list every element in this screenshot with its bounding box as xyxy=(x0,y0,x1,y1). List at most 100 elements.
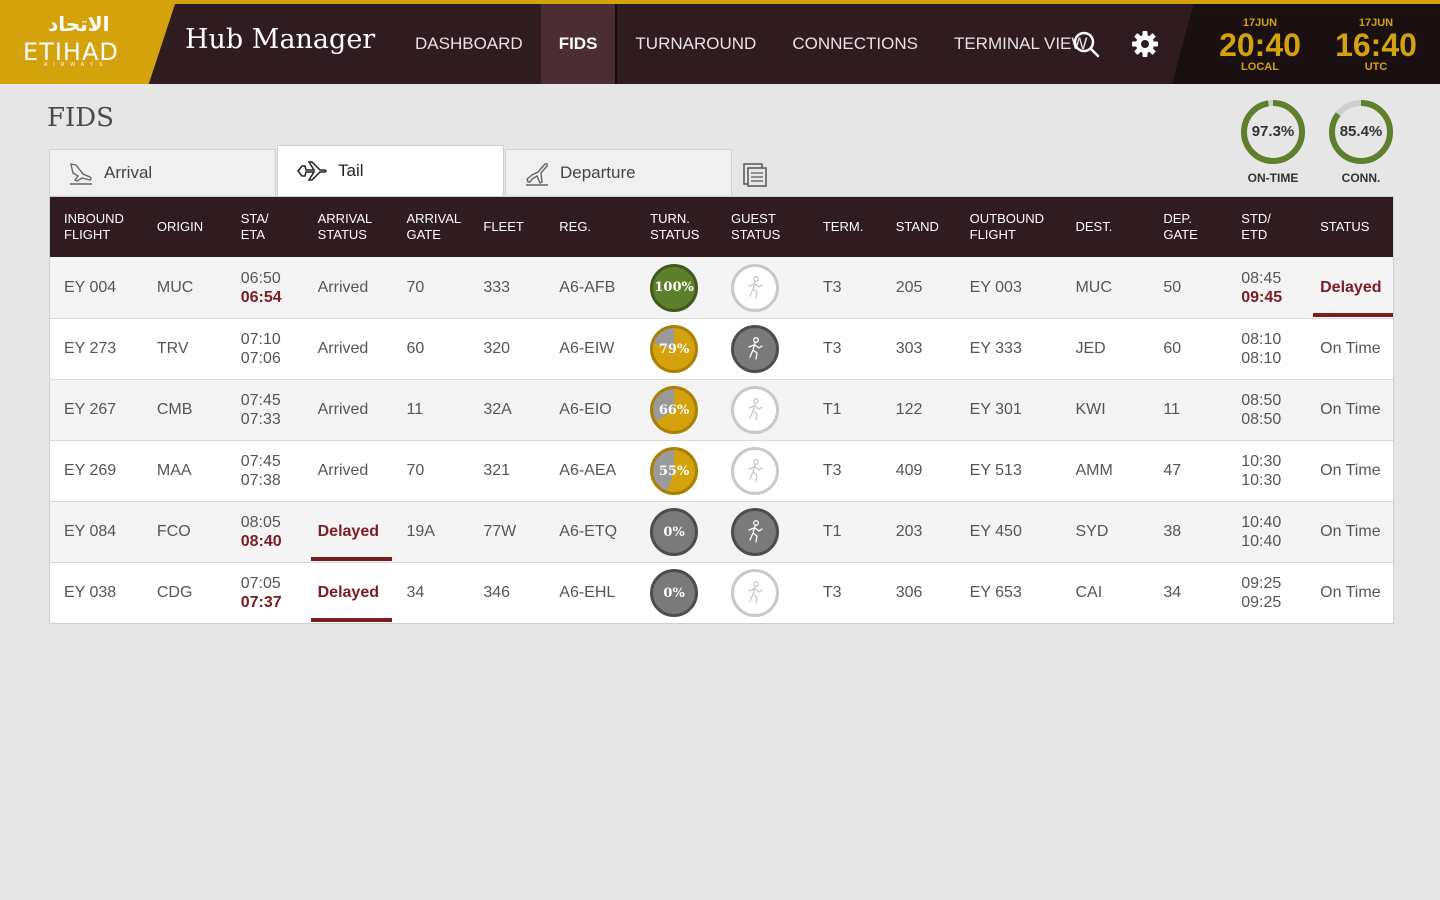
fleet: 32A xyxy=(483,401,512,418)
sta-eta-scheduled: 08:05 xyxy=(240,514,281,531)
turn-status-badge[interactable]: 66% xyxy=(650,386,699,434)
inbound-flight: EY 269 xyxy=(64,462,117,479)
column-header[interactable]: STA/ETA xyxy=(227,211,304,243)
std-etd-scheduled: 10:40 xyxy=(1241,514,1282,531)
column-header-line: GATE xyxy=(406,227,441,242)
sta-eta-scheduled: 07:05 xyxy=(240,575,281,592)
guest-status-cell xyxy=(717,502,809,562)
turn-status-badge[interactable]: 79% xyxy=(650,325,699,373)
table-row[interactable]: EY 038 CDG 07:05 07:37 Delayed 34 346 A6-EHL 0% T… xyxy=(50,562,1393,623)
column-header[interactable]: DEP. GATE xyxy=(1149,211,1227,243)
turn-status-badge[interactable]: 0% xyxy=(650,569,699,617)
tab-arrival-label: Arrival xyxy=(104,162,153,182)
guest-status-button[interactable] xyxy=(731,386,779,434)
column-header-line: GATE xyxy=(1163,227,1198,242)
column-header[interactable]: TERM. xyxy=(809,219,882,235)
std-etd: 10:40 10:40 xyxy=(1227,502,1306,562)
turn-status-badge[interactable]: 0% xyxy=(650,508,699,556)
sta-eta: 07:10 07:06 xyxy=(227,319,304,379)
column-header[interactable]: OUTBOUND FLIGHT xyxy=(956,211,1062,243)
connections-value: 85.4% xyxy=(1339,123,1383,140)
table-row[interactable]: EY 004 MUC 06:50 06:54 Arrived 70 333 A6-AFB 100… xyxy=(50,257,1393,318)
column-header[interactable]: REG. xyxy=(545,219,636,235)
column-header[interactable]: ARRIVAL STATUS xyxy=(304,211,393,243)
turn-status-cell: 0% xyxy=(636,563,717,623)
departure-gate: 60 xyxy=(1163,340,1182,357)
guest-status-cell xyxy=(717,563,809,623)
nav-dashboard[interactable]: DASHBOARD xyxy=(397,4,541,84)
top-bar: الاتحاد ETIHAD AIRWAYS Hub Manager DASHB… xyxy=(0,0,1440,84)
main-nav: DASHBOARD FIDS TURNAROUND CONNECTIONS TE… xyxy=(397,4,1105,84)
logo-subtitle: AIRWAYS xyxy=(44,62,109,68)
column-header-line: INBOUND xyxy=(64,211,124,226)
column-header[interactable]: STD/ETD xyxy=(1227,211,1306,243)
column-header-line: STD/ xyxy=(1241,211,1271,226)
sta-eta: 08:05 08:40 xyxy=(227,502,304,562)
guest-status-button[interactable] xyxy=(731,447,779,495)
std-etd-estimated: 10:40 xyxy=(1241,533,1282,550)
departure-gate: 38 xyxy=(1163,523,1182,540)
arrival-status: Arrived xyxy=(317,462,369,479)
column-header[interactable]: STAND xyxy=(882,219,956,235)
tab-arrival[interactable]: Arrival xyxy=(49,149,276,195)
turn-status-value: 55% xyxy=(658,463,690,479)
turn-status-cell: 55% xyxy=(636,441,717,501)
running-person-icon xyxy=(744,580,766,606)
etihad-logo[interactable]: الاتحاد ETIHAD AIRWAYS xyxy=(0,4,175,84)
tail-plane-icon xyxy=(297,161,327,181)
origin: TRV xyxy=(156,340,189,357)
table-row[interactable]: EY 269 MAA 07:45 07:38 Arrived 70 321 A6-AEA 55%… xyxy=(50,440,1393,501)
arrival-status: Arrived xyxy=(317,340,369,357)
column-header-line: ETA xyxy=(240,227,266,242)
destination: AMM xyxy=(1075,462,1113,479)
on-time-value: 97.3% xyxy=(1251,123,1295,140)
on-time-gauge: 97.3% ON-TIME xyxy=(1240,99,1306,185)
terminal: T3 xyxy=(822,584,842,601)
nav-connections[interactable]: CONNECTIONS xyxy=(774,4,936,84)
tab-tail[interactable]: Tail xyxy=(277,145,504,196)
guest-status-button[interactable] xyxy=(731,569,779,617)
column-header[interactable]: INBOUND FLIGHT xyxy=(50,211,143,243)
column-header-line: STAND xyxy=(895,219,939,234)
departure-gate: 50 xyxy=(1163,278,1182,296)
registration: A6-EIW xyxy=(559,340,615,357)
tab-departure[interactable]: Departure xyxy=(505,149,732,195)
table-row[interactable]: EY 084 FCO 08:05 08:40 Delayed 19A 77W A6-ETQ 0%… xyxy=(50,501,1393,562)
utc-time: 16:40 xyxy=(1335,27,1417,63)
gear-icon[interactable] xyxy=(1129,28,1161,60)
guest-status-button[interactable] xyxy=(731,508,779,556)
nav-turnaround[interactable]: TURNAROUND xyxy=(617,4,774,84)
nav-fids[interactable]: FIDS xyxy=(540,4,616,84)
origin: MUC xyxy=(156,278,194,296)
column-header[interactable]: ARRIVAL GATE xyxy=(392,211,469,243)
local-clock: 17JUN 20:40 LOCAL xyxy=(1210,17,1310,73)
turn-status-cell: 66% xyxy=(636,380,717,440)
column-header[interactable]: GUEST STATUS xyxy=(717,211,809,243)
departure-status: On Time xyxy=(1320,340,1381,357)
sta-eta-scheduled: 07:45 xyxy=(240,453,281,470)
turn-status-badge[interactable]: 100% xyxy=(650,263,699,312)
guest-status-button[interactable] xyxy=(731,263,779,312)
column-header[interactable]: TURN. STATUS xyxy=(636,211,717,243)
table-row[interactable]: EY 273 TRV 07:10 07:06 Arrived 60 320 A6-EIW 79%… xyxy=(50,318,1393,379)
turn-status-badge[interactable]: 55% xyxy=(650,447,699,495)
guest-status-button[interactable] xyxy=(731,325,779,373)
column-header-line: FLEET xyxy=(483,219,524,234)
column-header[interactable]: STATUS xyxy=(1306,219,1393,235)
destination: JED xyxy=(1075,340,1106,357)
export-icon[interactable] xyxy=(742,162,768,188)
std-etd-estimated: 08:50 xyxy=(1241,411,1282,428)
arrival-gate: 19A xyxy=(406,523,435,540)
stand: 306 xyxy=(895,584,923,601)
column-header[interactable]: FLEET xyxy=(469,219,545,235)
table-row[interactable]: EY 267 CMB 07:45 07:33 Arrived 11 32A A6-EIO 66%… xyxy=(50,379,1393,440)
search-icon[interactable] xyxy=(1070,28,1102,60)
departure-status: On Time xyxy=(1320,462,1381,479)
on-time-label: ON-TIME xyxy=(1247,171,1299,185)
running-person-icon xyxy=(744,397,766,423)
column-header[interactable]: ORIGIN xyxy=(143,219,227,235)
registration: A6-AEA xyxy=(559,462,617,479)
column-header[interactable]: DEST. xyxy=(1061,219,1149,235)
terminal: T3 xyxy=(822,340,842,357)
destination: CAI xyxy=(1075,584,1103,601)
